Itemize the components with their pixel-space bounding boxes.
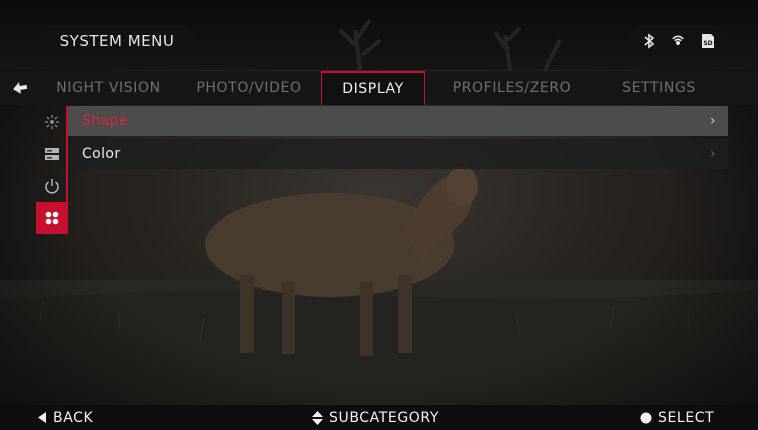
- chevron-right-icon: ›: [710, 146, 716, 162]
- tab-photo-video[interactable]: PHOTO/VIDEO: [177, 71, 321, 105]
- hint-select[interactable]: SELECT: [640, 405, 714, 430]
- up-down-arrow-icon: [312, 410, 323, 425]
- display-sidebar: [36, 106, 68, 234]
- sidebar-item-brightness[interactable]: [36, 106, 68, 138]
- power-icon: [45, 179, 59, 194]
- sd-card-icon: SD: [701, 34, 714, 48]
- tab-night-vision[interactable]: NIGHT VISION: [40, 71, 177, 105]
- hint-back-label: BACK: [53, 409, 94, 426]
- menu-item-label: Color: [82, 146, 121, 162]
- menu-item-shape[interactable]: Shape ›: [68, 106, 728, 136]
- back-arrow-icon: [13, 82, 28, 94]
- back-arrow-button[interactable]: [0, 71, 40, 105]
- screen: SYSTEM MENU SD NIGHT VISION PHOTO/VIDEO …: [0, 0, 758, 430]
- chevron-right-icon: ›: [710, 113, 716, 129]
- category-tabs: NIGHT VISION PHOTO/VIDEO DISPLAY PROFILE…: [0, 71, 758, 105]
- top-bar: SYSTEM MENU SD: [0, 0, 758, 70]
- reticle-dots-icon: [45, 211, 59, 225]
- bluetooth-icon: [643, 33, 654, 49]
- brightness-icon: [45, 115, 59, 129]
- tab-profiles-zero[interactable]: PROFILES/ZERO: [425, 71, 599, 105]
- sidebar-item-reticle[interactable]: [36, 202, 68, 234]
- triangle-left-icon: [38, 412, 46, 423]
- sd-card-label: SD: [703, 40, 712, 47]
- menu-item-color[interactable]: Color ›: [68, 139, 728, 169]
- bottom-hint-bar: BACK SUBCATEGORY SELECT: [0, 405, 758, 430]
- tab-settings[interactable]: SETTINGS: [599, 71, 719, 105]
- sidebar-item-power[interactable]: [36, 170, 68, 202]
- dot-icon: [640, 412, 652, 423]
- layout-icon: [45, 148, 59, 160]
- wifi-icon: [671, 35, 684, 45]
- hint-subcategory-label: SUBCATEGORY: [329, 409, 440, 426]
- menu-item-label: Shape: [82, 113, 128, 129]
- tab-display[interactable]: DISPLAY: [321, 71, 425, 105]
- hint-select-label: SELECT: [658, 409, 715, 426]
- sidebar-item-layout[interactable]: [36, 138, 68, 170]
- hint-subcategory: SUBCATEGORY: [312, 405, 439, 430]
- system-menu-title: SYSTEM MENU: [39, 25, 195, 57]
- hint-back[interactable]: BACK: [38, 405, 93, 430]
- subcategory-menu: Shape › Color ›: [68, 106, 728, 169]
- status-icons: SD: [629, 25, 728, 57]
